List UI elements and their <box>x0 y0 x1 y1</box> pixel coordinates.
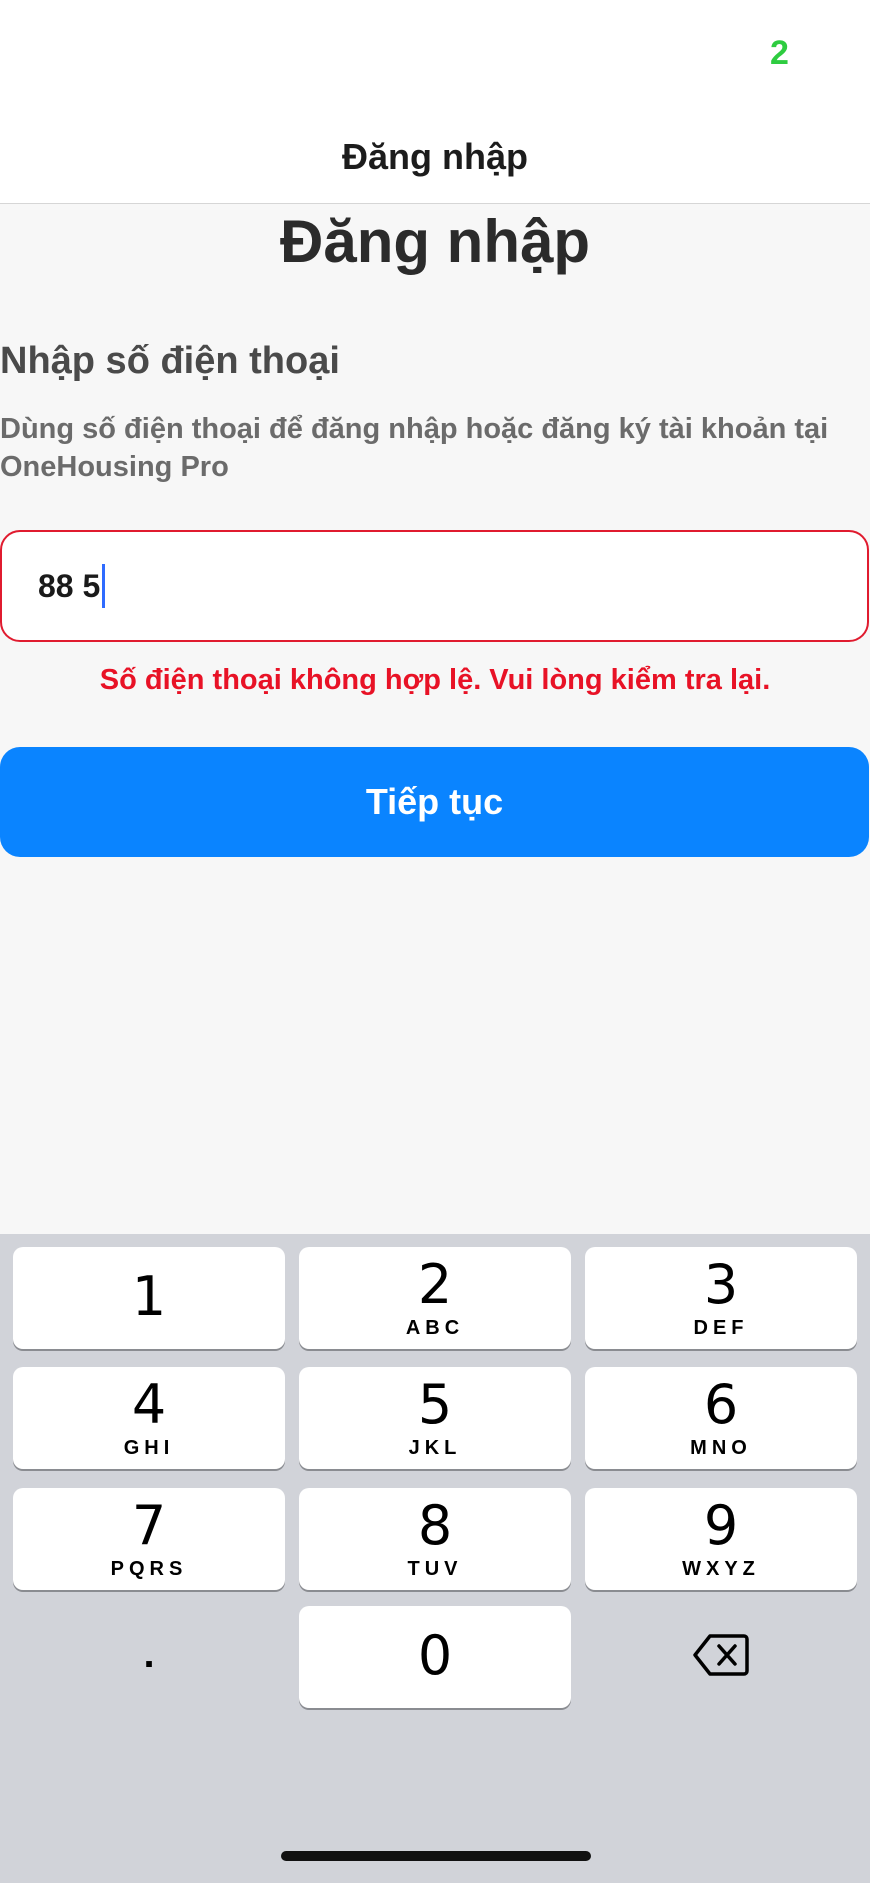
key-7[interactable]: 7 PQRS <box>13 1488 285 1590</box>
key-letters: DEF <box>693 1317 749 1339</box>
delete-key[interactable] <box>585 1606 857 1708</box>
continue-button-label: Tiếp tục <box>365 781 504 822</box>
home-indicator <box>281 1851 591 1861</box>
key-letters: WXYZ <box>682 1558 760 1580</box>
key-0[interactable]: 0 <box>299 1606 571 1708</box>
key-digit: 5 <box>417 1373 453 1436</box>
text-caret <box>102 564 106 608</box>
phone-number-value: 88 5 <box>38 567 101 604</box>
key-1[interactable]: 1 <box>13 1247 285 1349</box>
nav-title: Đăng nhập <box>342 135 528 177</box>
key-5[interactable]: 5 JKL <box>299 1367 571 1469</box>
key-2[interactable]: 2 ABC <box>299 1247 571 1349</box>
key-digit: 8 <box>417 1494 453 1557</box>
phone-number-input[interactable]: 88 5 <box>0 530 869 642</box>
status-indicator: 2 <box>770 34 789 72</box>
key-digit: 0 <box>417 1624 453 1687</box>
phone-section-title: Nhập số điện thoại <box>0 340 340 382</box>
key-digit: 3 <box>703 1253 739 1316</box>
status-bar: 2 <box>0 0 870 110</box>
key-dot[interactable]: . <box>13 1606 285 1708</box>
key-8[interactable]: 8 TUV <box>299 1488 571 1590</box>
key-4[interactable]: 4 GHI <box>13 1367 285 1469</box>
key-digit: 9 <box>703 1494 739 1557</box>
page-title: Đăng nhập <box>280 208 590 275</box>
key-letters: TUV <box>407 1558 463 1580</box>
key-letters: MNO <box>690 1437 752 1459</box>
continue-button[interactable]: Tiếp tục <box>0 747 869 857</box>
key-digit: 4 <box>131 1373 167 1436</box>
key-3[interactable]: 3 DEF <box>585 1247 857 1349</box>
numeric-keyboard: 1 2 ABC 3 DEF 4 GHI 5 JKL 6 MNO 7 PQRS 8… <box>0 1234 870 1883</box>
key-6[interactable]: 6 MNO <box>585 1367 857 1469</box>
key-9[interactable]: 9 WXYZ <box>585 1488 857 1590</box>
key-digit: 6 <box>703 1373 739 1436</box>
login-content: Đăng nhập Nhập số điện thoại Dùng số điệ… <box>0 204 870 1234</box>
key-digit: 2 <box>417 1253 453 1316</box>
key-digit: 1 <box>131 1265 167 1328</box>
phone-section-description: Dùng số điện thoại để đăng nhập hoặc đăn… <box>0 413 829 483</box>
backspace-icon <box>692 1632 750 1683</box>
key-letters: ABC <box>405 1317 465 1339</box>
key-letters: PQRS <box>110 1558 188 1580</box>
key-letters: JKL <box>408 1437 462 1459</box>
key-letters: GHI <box>123 1437 175 1459</box>
key-digit: 7 <box>131 1494 167 1557</box>
dot-label: . <box>143 1631 155 1676</box>
navigation-bar: Đăng nhập <box>0 110 870 204</box>
error-message: Số điện thoại không hợp lệ. Vui lòng kiể… <box>99 664 771 696</box>
